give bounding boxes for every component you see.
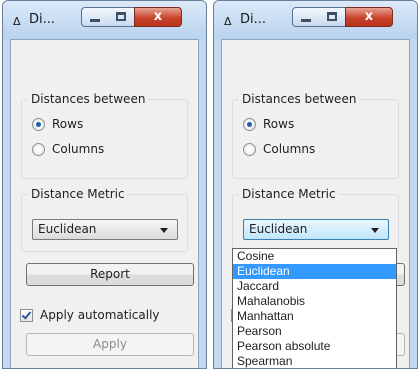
group-legend: Distance Metric bbox=[28, 187, 128, 201]
report-button-label: Report bbox=[90, 267, 130, 281]
distance-metric-group: Distance Metric Euclidean bbox=[232, 187, 399, 252]
title-bar[interactable]: Δ Di... x bbox=[3, 1, 206, 39]
radio-checked-dot bbox=[36, 122, 41, 127]
window-title: Di... bbox=[240, 12, 267, 27]
minimize-icon bbox=[90, 19, 100, 22]
group-legend: Distances between bbox=[239, 92, 360, 106]
checkbox-label: Apply automatically bbox=[40, 308, 160, 322]
distance-metric-dropdown-list[interactable]: Cosine Euclidean Jaccard Mahalanobis Man… bbox=[232, 248, 397, 368]
group-legend: Distances between bbox=[28, 92, 149, 106]
maximize-button[interactable] bbox=[319, 7, 346, 27]
delta-icon: Δ bbox=[224, 15, 232, 28]
radio-button[interactable] bbox=[32, 143, 45, 156]
select-value: Euclidean bbox=[249, 222, 308, 236]
report-button[interactable]: Report bbox=[26, 263, 194, 286]
maximize-icon bbox=[327, 12, 337, 21]
delta-icon: Δ bbox=[13, 15, 21, 28]
radio-label: Columns bbox=[263, 142, 316, 156]
distances-window-right: Δ Di... x Distances between Rows Columns… bbox=[213, 0, 418, 369]
chevron-down-icon bbox=[371, 228, 379, 233]
distances-between-group: Distances between Rows Columns bbox=[232, 92, 399, 179]
radio-label: Rows bbox=[263, 117, 295, 131]
radio-button[interactable] bbox=[243, 143, 256, 156]
close-icon: x bbox=[364, 9, 374, 24]
checkmark-icon bbox=[21, 309, 32, 320]
chevron-down-icon bbox=[160, 228, 168, 233]
close-button[interactable]: x bbox=[134, 7, 182, 27]
radio-checked-dot bbox=[247, 122, 252, 127]
maximize-icon bbox=[116, 12, 126, 21]
distances-window-left: Δ Di... x Distances between Rows Columns… bbox=[2, 0, 207, 369]
title-bar[interactable]: Δ Di... x bbox=[214, 1, 417, 39]
window-content: Distances between Rows Columns Distance … bbox=[10, 39, 199, 368]
window-content: Distances between Rows Columns Distance … bbox=[221, 39, 410, 368]
close-icon: x bbox=[153, 9, 163, 24]
checkbox[interactable] bbox=[20, 309, 33, 322]
dropdown-option-pearson[interactable]: Pearson bbox=[233, 324, 396, 339]
dropdown-option-mahalanobis[interactable]: Mahalanobis bbox=[233, 294, 396, 309]
dropdown-option-pearson-absolute[interactable]: Pearson absolute bbox=[233, 339, 396, 354]
radio-label: Rows bbox=[52, 117, 84, 131]
radio-button[interactable] bbox=[243, 118, 256, 131]
close-button[interactable]: x bbox=[345, 7, 393, 27]
select-value: Euclidean bbox=[38, 222, 97, 236]
maximize-button[interactable] bbox=[108, 7, 135, 27]
minimize-icon bbox=[301, 19, 311, 22]
dropdown-option-jaccard[interactable]: Jaccard bbox=[233, 279, 396, 294]
apply-button[interactable]: Apply bbox=[26, 333, 194, 356]
dropdown-option-manhattan[interactable]: Manhattan bbox=[233, 309, 396, 324]
distances-between-group: Distances between Rows Columns bbox=[21, 92, 188, 179]
distance-metric-select[interactable]: Euclidean bbox=[32, 219, 178, 240]
minimize-button[interactable] bbox=[81, 7, 109, 27]
dropdown-option-spearman[interactable]: Spearman bbox=[233, 354, 396, 368]
group-legend: Distance Metric bbox=[239, 187, 339, 201]
dropdown-option-cosine[interactable]: Cosine bbox=[233, 249, 396, 264]
distance-metric-group: Distance Metric Euclidean bbox=[21, 187, 188, 252]
distance-metric-select[interactable]: Euclidean bbox=[243, 219, 389, 240]
dropdown-option-euclidean[interactable]: Euclidean bbox=[233, 264, 396, 279]
radio-label: Columns bbox=[52, 142, 105, 156]
radio-button[interactable] bbox=[32, 118, 45, 131]
minimize-button[interactable] bbox=[292, 7, 320, 27]
window-title: Di... bbox=[29, 12, 56, 27]
